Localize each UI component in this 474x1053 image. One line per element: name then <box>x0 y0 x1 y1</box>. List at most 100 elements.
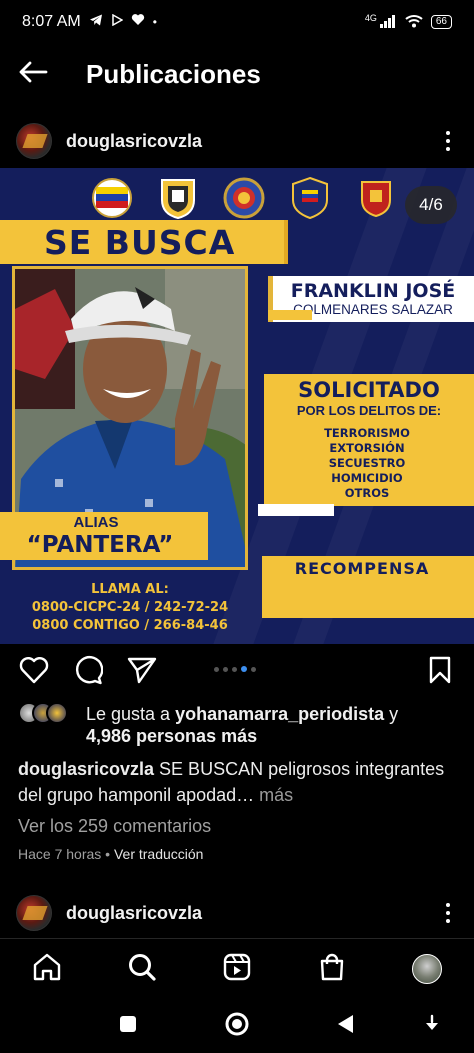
accent-tab <box>268 310 312 320</box>
crime-item: HOMICIDIO <box>331 471 403 485</box>
more-dot <box>446 911 450 915</box>
play-icon <box>111 13 124 31</box>
carousel-dot <box>214 666 219 672</box>
post-caption: douglasricovzla SE BUSCAN peligrosos int… <box>18 756 458 808</box>
battery-indicator: 66 <box>430 15 452 29</box>
crime-item: SECUESTRO <box>328 456 406 470</box>
crime-item: TERRORISMO <box>324 426 410 440</box>
alias-box: ALIAS “PANTERA” <box>0 512 208 560</box>
cicpc-badge-icon <box>156 176 200 220</box>
app-header: Publicaciones <box>0 48 474 100</box>
profile-avatar <box>412 954 442 984</box>
call-number-2: 0800 CONTIGO / 266-84-46 <box>32 618 228 633</box>
recents-square-icon <box>119 1015 137 1038</box>
save-button[interactable] <box>424 656 456 688</box>
next-post-author-username[interactable]: douglasricovzla <box>66 903 436 924</box>
likes-prefix: Le gusta a <box>86 704 176 724</box>
carousel-indicator <box>214 666 256 672</box>
translate-link[interactable]: Ver traducción <box>114 846 204 862</box>
liker-avatars <box>18 702 68 724</box>
status-time: 8:07 AM <box>22 13 81 30</box>
status-bar: 8:07 AM • 4G 66 <box>0 0 474 44</box>
likes-count[interactable]: 4,986 personas más <box>86 726 257 747</box>
venezuela-seal-icon <box>90 176 134 220</box>
system-navigation <box>0 1000 474 1053</box>
carousel-dot <box>232 666 237 672</box>
liker-username[interactable]: yohanamarra_periodista <box>175 704 384 724</box>
network-label: 4G <box>364 13 377 23</box>
telegram-icon <box>89 13 103 32</box>
call-title: LLAMA AL: <box>91 582 169 597</box>
comment-button[interactable] <box>72 655 104 688</box>
likes-suffix: y <box>384 704 399 724</box>
heart-notification-icon <box>131 13 145 31</box>
more-dot <box>446 131 450 135</box>
nav-toggle-button[interactable] <box>419 1013 445 1039</box>
share-icon <box>127 656 157 689</box>
next-post-more-options-button[interactable] <box>436 898 460 928</box>
bookmark-icon <box>428 656 452 689</box>
call-number-1: 0800-CICPC-24 / 242-72-24 <box>31 600 229 615</box>
next-post-author-avatar[interactable] <box>16 895 52 931</box>
carousel-dot-active <box>241 666 247 672</box>
se-busca-banner: SE BUSCA <box>0 220 288 264</box>
back-arrow-icon <box>18 61 48 88</box>
accent-tab <box>258 504 334 516</box>
next-post-header: douglasricovzla <box>0 889 474 937</box>
post-author-username[interactable]: douglasricovzla <box>66 131 436 152</box>
post-more-options-button[interactable] <box>436 126 460 156</box>
back-triangle-icon <box>335 1013 355 1040</box>
post-header: douglasricovzla <box>0 117 474 165</box>
recents-button[interactable] <box>115 1013 141 1039</box>
more-dot <box>446 903 450 907</box>
reward-box: RECOMPENSA <box>262 556 474 618</box>
more-notifications-dot: • <box>152 15 157 29</box>
solicitado-title: SOLICITADO <box>298 378 440 402</box>
shop-icon <box>317 952 347 987</box>
se-busca-heading: SE BUSCA <box>44 222 236 262</box>
back-button[interactable] <box>0 48 66 100</box>
like-button[interactable] <box>18 656 50 688</box>
status-right: 4G 66 <box>364 13 452 31</box>
nav-toggle-icon <box>424 1014 440 1039</box>
nav-home-button[interactable] <box>31 953 63 985</box>
call-info: LLAMA AL: 0800-CICPC-24 / 242-72-24 0800… <box>0 581 260 635</box>
crimes-list: TERRORISMO EXTORSIÓN SECUESTRO HOMICIDIO… <box>264 426 470 501</box>
wifi-icon <box>405 14 423 31</box>
nav-shop-button[interactable] <box>316 953 348 985</box>
heart-icon <box>19 656 49 689</box>
crimes-heading: POR LOS DELITOS DE: <box>296 403 442 418</box>
system-back-button[interactable] <box>332 1013 358 1039</box>
red-shield-icon <box>354 176 398 220</box>
post-author-avatar[interactable] <box>16 123 52 159</box>
status-left: 8:07 AM • <box>22 13 157 32</box>
nav-reels-button[interactable] <box>221 953 253 985</box>
alias-label: ALIAS <box>73 514 119 531</box>
caption-more-link[interactable]: más <box>254 785 293 805</box>
share-button[interactable] <box>126 656 158 688</box>
post-image[interactable]: SE BUSCA FRANKLIN JOSÉ COLMENARES SALAZA… <box>0 168 474 644</box>
home-circle-icon <box>224 1011 250 1042</box>
more-dot <box>446 147 450 151</box>
signal-icon <box>379 14 397 31</box>
search-icon <box>127 952 157 987</box>
institution-seals <box>90 176 398 220</box>
meta-separator: • <box>101 846 114 862</box>
carousel-dot <box>251 666 256 672</box>
caption-username[interactable]: douglasricovzla <box>18 759 154 779</box>
nav-search-button[interactable] <box>126 953 158 985</box>
carousel-counter: 4/6 <box>405 186 457 224</box>
likes-text: Le gusta a yohanamarra_periodista y <box>86 702 466 726</box>
post-meta: Hace 7 horas • Ver traducción <box>18 846 203 862</box>
home-icon <box>32 952 62 987</box>
view-comments-link[interactable]: Ver los 259 comentarios <box>18 816 211 837</box>
more-dot <box>446 139 450 143</box>
system-home-button[interactable] <box>224 1011 250 1042</box>
nav-profile-button[interactable] <box>411 953 443 985</box>
ministry-seal-icon <box>222 176 266 220</box>
post-time: Hace 7 horas <box>18 846 102 862</box>
page-title: Publicaciones <box>86 58 261 89</box>
liker-avatar <box>46 702 68 724</box>
bottom-navigation <box>0 938 474 998</box>
crime-item: EXTORSIÓN <box>329 441 405 455</box>
